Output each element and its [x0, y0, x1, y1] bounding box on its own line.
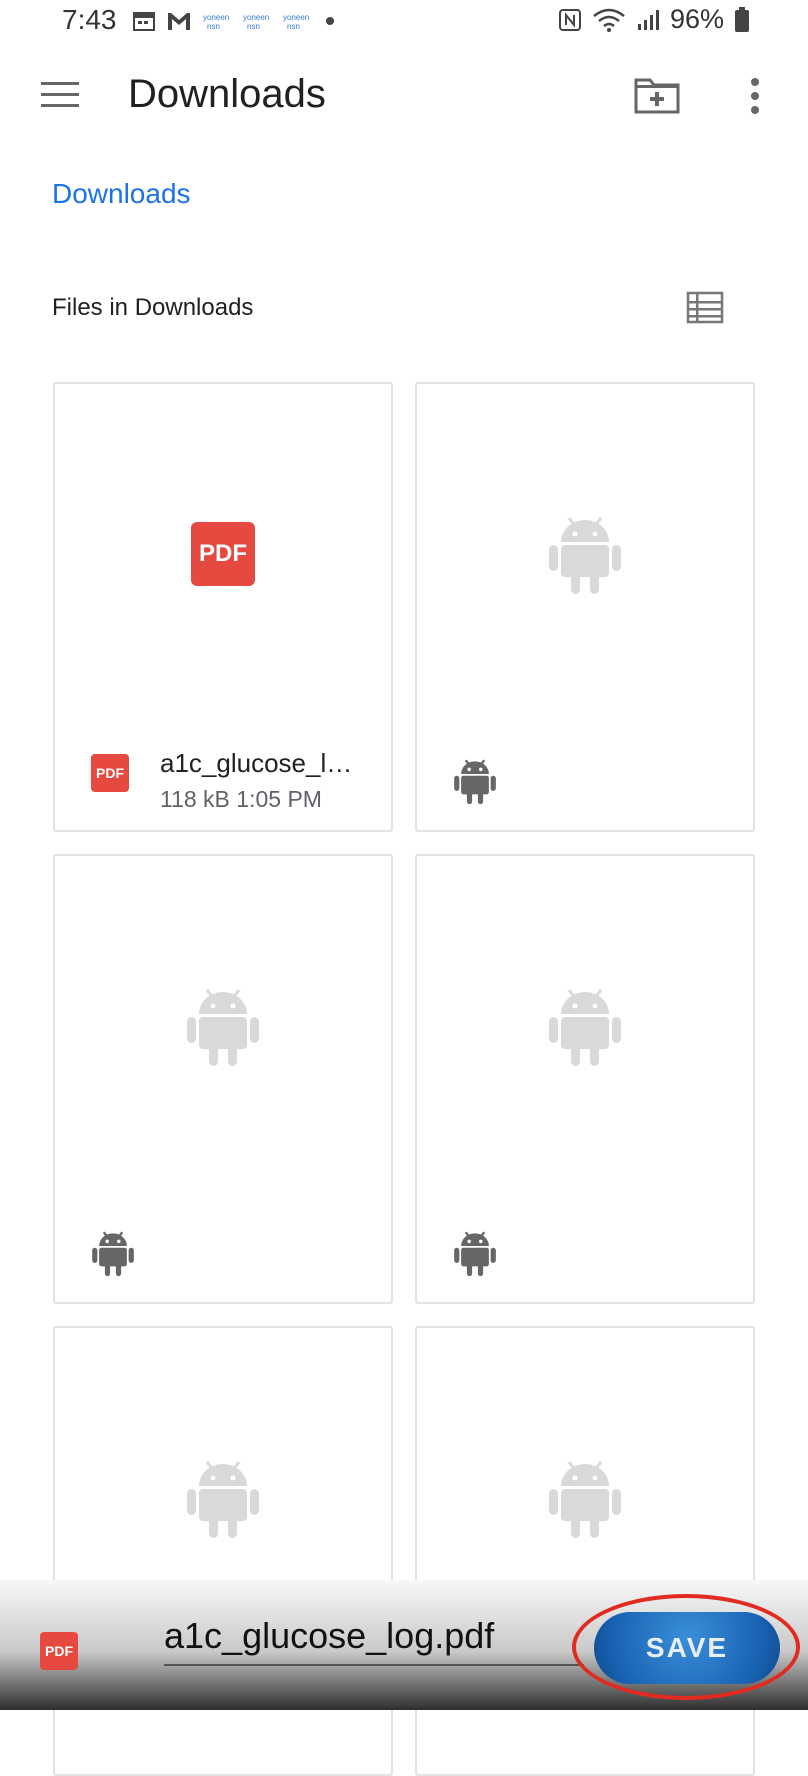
section-title: Files in Downloads	[52, 294, 254, 321]
svg-text:nsn: nsn	[207, 22, 220, 31]
android-icon	[92, 1231, 134, 1277]
view-toggle-button[interactable]	[686, 290, 726, 326]
wifi-icon	[593, 8, 625, 32]
filename-input[interactable]	[164, 1608, 584, 1666]
calendar-icon	[133, 12, 155, 31]
android-icon	[187, 1461, 259, 1538]
status-time: 7:43	[62, 4, 117, 35]
dot-icon	[326, 17, 334, 25]
android-icon	[454, 759, 496, 805]
menu-button[interactable]	[36, 72, 86, 118]
file-card[interactable]	[415, 854, 755, 1304]
android-icon	[187, 989, 259, 1066]
nfc-icon	[558, 8, 581, 31]
file-name: a1c_glucose_l…	[160, 748, 353, 778]
svg-text:yoneen: yoneen	[203, 13, 229, 22]
page-title: Downloads	[128, 72, 326, 116]
list-view-icon	[686, 291, 724, 324]
svg-text:yoneen: yoneen	[243, 13, 269, 22]
pdf-file-icon: PDF	[91, 754, 129, 792]
android-icon	[454, 1231, 496, 1277]
new-folder-icon	[634, 78, 680, 114]
hamburger-menu-icon	[41, 82, 79, 107]
notification-icon: yoneennsn	[243, 13, 269, 31]
file-card[interactable]: PDF PDF a1c_glucose_l… 118 kB 1:05 PM	[53, 382, 393, 832]
system-icons: 96%	[558, 4, 750, 35]
gmail-icon	[168, 13, 190, 30]
android-icon	[549, 1461, 621, 1538]
more-vert-icon	[751, 78, 759, 114]
file-card[interactable]	[53, 854, 393, 1304]
file-meta: 118 kB 1:05 PM	[160, 786, 322, 812]
battery-icon	[735, 6, 749, 32]
notification-icon: yoneennsn	[203, 13, 229, 31]
svg-text:nsn: nsn	[247, 22, 260, 31]
pdf-file-icon: PDF	[191, 522, 255, 586]
breadcrumb[interactable]: Downloads	[52, 178, 191, 210]
file-card[interactable]	[415, 382, 755, 832]
svg-text:yoneen: yoneen	[283, 13, 309, 22]
more-options-button[interactable]	[740, 72, 770, 122]
android-icon	[549, 989, 621, 1066]
notification-icon: yoneennsn	[283, 13, 309, 31]
svg-text:nsn: nsn	[287, 22, 300, 31]
notification-icons: yoneen nsn yoneen nsn yoneen nsn	[132, 10, 338, 32]
new-folder-button[interactable]	[632, 70, 684, 120]
status-bar: 7:43 yoneen nsn yoneen nsn yoneen nsn 96%	[0, 0, 808, 44]
battery-percent: 96%	[669, 4, 724, 34]
save-bar: PDF SAVE	[0, 1580, 808, 1710]
pdf-file-icon: PDF	[40, 1632, 78, 1670]
app-toolbar: Downloads	[0, 50, 808, 142]
save-button[interactable]: SAVE	[594, 1612, 780, 1684]
signal-icon	[637, 9, 659, 30]
android-icon	[549, 517, 621, 594]
